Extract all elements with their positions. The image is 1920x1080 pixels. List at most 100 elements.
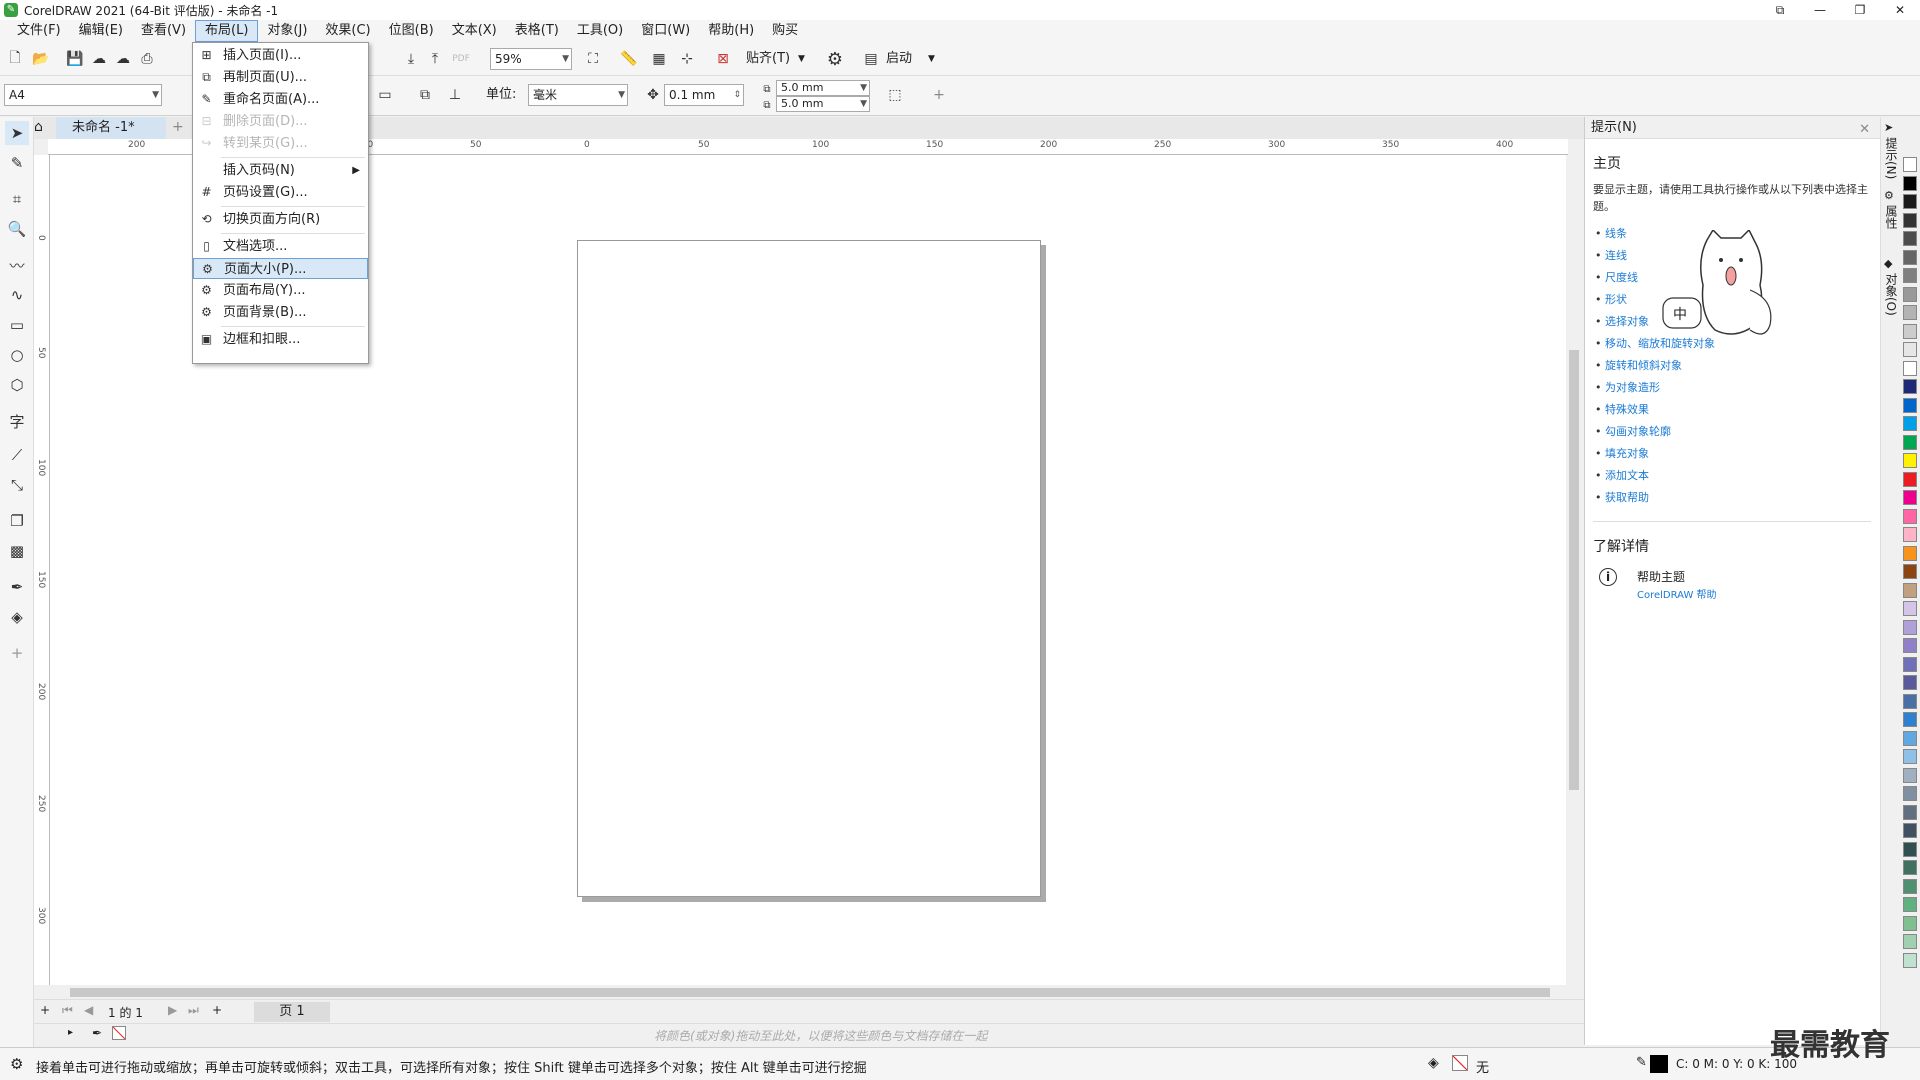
hint-topic-link[interactable]: 填充对象 <box>1595 443 1880 465</box>
menu-item-12[interactable]: 购买 <box>763 21 807 41</box>
color-swatch[interactable] <box>1903 342 1917 357</box>
add-tool-icon[interactable]: + <box>5 641 29 665</box>
color-swatch[interactable] <box>1903 508 1917 524</box>
color-swatch[interactable] <box>1903 786 1917 801</box>
vertical-scroll-thumb[interactable] <box>1569 350 1579 790</box>
document-page[interactable] <box>577 240 1041 897</box>
drop-shadow-tool-icon[interactable]: ❐ <box>5 509 29 533</box>
last-page-icon[interactable]: ⏭ <box>188 1003 199 1018</box>
pick-tool-icon[interactable]: ➤ <box>5 121 29 145</box>
freehand-tool-icon[interactable]: 〰 <box>5 253 29 277</box>
color-swatch[interactable] <box>1903 582 1917 598</box>
cloud-upload-icon[interactable]: ☁ <box>112 48 134 70</box>
color-swatch[interactable] <box>1903 804 1917 820</box>
status-settings-icon[interactable]: ⚙ <box>10 1055 23 1073</box>
duplicate-x-input[interactable]: 5.0 mm ▼ <box>776 80 870 96</box>
add-page-after-icon[interactable]: + <box>212 1003 222 1017</box>
dropdown-item-0[interactable]: ⊞ 插入页面(I)... <box>193 45 368 66</box>
cloud-download-icon[interactable]: ☁ <box>88 48 110 70</box>
text-tool-icon[interactable]: 字 <box>5 409 29 433</box>
dropdown-item-3[interactable]: ⊟ 删除页面(D)... <box>193 111 368 132</box>
dropdown-item-10[interactable]: ⚙ 页面布局(Y)... <box>193 280 368 301</box>
color-swatch[interactable] <box>1903 638 1917 653</box>
menu-item-10[interactable]: 窗口(W) <box>632 21 699 41</box>
dropdown-item-5[interactable]: 插入页码(N) ▶ <box>193 160 368 181</box>
close-button[interactable]: ✕ <box>1880 0 1920 20</box>
guidelines-icon[interactable]: ⊹ <box>676 48 698 70</box>
dock-tab-1[interactable]: 属性 <box>1883 205 1900 229</box>
eyedropper-tool-icon[interactable]: ✒ <box>5 575 29 599</box>
color-swatch[interactable] <box>1903 934 1917 949</box>
menu-item-3[interactable]: 布局(L) <box>195 20 259 42</box>
document-tab[interactable]: 未命名 -1* <box>56 117 166 139</box>
color-swatch[interactable] <box>1903 897 1917 912</box>
color-swatch[interactable] <box>1903 878 1917 894</box>
launch-chevron-down-icon[interactable]: ▼ <box>928 48 935 70</box>
home-icon[interactable]: ⌂ <box>34 119 43 135</box>
color-swatch[interactable] <box>1903 286 1917 302</box>
color-swatch[interactable] <box>1903 268 1917 283</box>
horizontal-scroll-thumb[interactable] <box>70 988 1550 997</box>
rulers-icon[interactable]: 📏 <box>618 48 640 70</box>
all-pages-icon[interactable]: ⧉ <box>414 84 436 106</box>
menu-item-1[interactable]: 编辑(E) <box>70 21 132 41</box>
color-swatch[interactable] <box>1903 379 1917 394</box>
color-swatch[interactable] <box>1903 601 1917 616</box>
dropdown-item-2[interactable]: ✎ 重命名页面(A)... <box>193 89 368 110</box>
shape-tool-icon[interactable]: ✎ <box>5 151 29 175</box>
menu-item-9[interactable]: 工具(O) <box>568 21 632 41</box>
color-swatch[interactable] <box>1903 231 1917 246</box>
import-icon[interactable]: ⤓ <box>400 48 422 70</box>
open-icon[interactable]: 📂 <box>30 48 52 70</box>
hint-topic-link[interactable]: 旋转和倾斜对象 <box>1595 355 1880 377</box>
menu-item-5[interactable]: 效果(C) <box>316 21 379 41</box>
launch-icon[interactable]: ▤ <box>860 48 882 70</box>
color-swatch[interactable] <box>1903 471 1917 487</box>
color-swatch[interactable] <box>1903 841 1917 857</box>
menu-item-8[interactable]: 表格(T) <box>506 21 568 41</box>
color-swatch[interactable] <box>1903 397 1917 413</box>
current-page-icon[interactable]: ⊥ <box>444 84 466 106</box>
restore-icon[interactable]: ⧉ <box>1760 0 1800 20</box>
add-icon[interactable]: + <box>928 84 950 106</box>
vertical-ruler[interactable]: 050100150200250300350 <box>34 155 50 1036</box>
no-color-swatch[interactable] <box>112 1026 126 1040</box>
prev-page-icon[interactable]: ◀ <box>84 1003 93 1017</box>
fill-none-swatch[interactable] <box>1452 1055 1468 1071</box>
color-swatch[interactable] <box>1903 656 1917 672</box>
color-swatch[interactable] <box>1903 527 1917 542</box>
settings-gear-icon[interactable]: ⚙ <box>824 48 846 70</box>
color-swatch[interactable] <box>1903 952 1917 968</box>
duplicate-y-input[interactable]: 5.0 mm ▼ <box>776 96 870 112</box>
landscape-icon[interactable]: ▭ <box>374 84 396 106</box>
dock-tab-0[interactable]: 提示(N) <box>1883 137 1900 179</box>
color-swatch[interactable] <box>1903 212 1917 228</box>
horizontal-scrollbar[interactable] <box>50 985 1566 999</box>
rectangle-tool-icon[interactable]: ▭ <box>5 313 29 337</box>
color-swatch[interactable] <box>1903 730 1917 746</box>
dropdown-item-6[interactable]: # 页码设置(G)... <box>193 182 368 203</box>
snap-chevron-down-icon[interactable]: ▼ <box>798 48 805 70</box>
menu-item-2[interactable]: 查看(V) <box>132 21 195 41</box>
menu-item-11[interactable]: 帮助(H) <box>699 21 763 41</box>
print-icon[interactable]: ⎙ <box>136 48 158 70</box>
parallel-dimension-tool-icon[interactable]: ⟋ <box>5 443 29 467</box>
color-swatch[interactable] <box>1903 749 1917 764</box>
color-swatch[interactable] <box>1903 675 1917 690</box>
hint-topic-link[interactable]: 勾画对象轮廓 <box>1595 421 1880 443</box>
menu-item-0[interactable]: 文件(F) <box>8 21 70 41</box>
grid-icon[interactable]: ▦ <box>648 48 670 70</box>
dock-tab-2[interactable]: 对象(O) <box>1883 273 1900 316</box>
unit-combo[interactable]: 毫米 ▼ <box>528 84 628 106</box>
color-swatch[interactable] <box>1903 490 1917 505</box>
launch-dropdown[interactable]: 启动 <box>886 48 912 70</box>
minimize-button[interactable]: — <box>1800 0 1840 20</box>
color-swatch[interactable] <box>1903 767 1917 783</box>
hint-topic-link[interactable]: 获取帮助 <box>1595 487 1880 509</box>
outline-color-swatch[interactable] <box>1650 1055 1668 1073</box>
bezier-tool-icon[interactable]: ∿ <box>5 283 29 307</box>
hint-topic-link[interactable]: 添加文本 <box>1595 465 1880 487</box>
docker-close-icon[interactable]: ✕ <box>1859 119 1870 141</box>
interactive-fill-tool-icon[interactable]: ◈ <box>5 605 29 629</box>
export-icon[interactable]: ⤒ <box>424 48 446 70</box>
